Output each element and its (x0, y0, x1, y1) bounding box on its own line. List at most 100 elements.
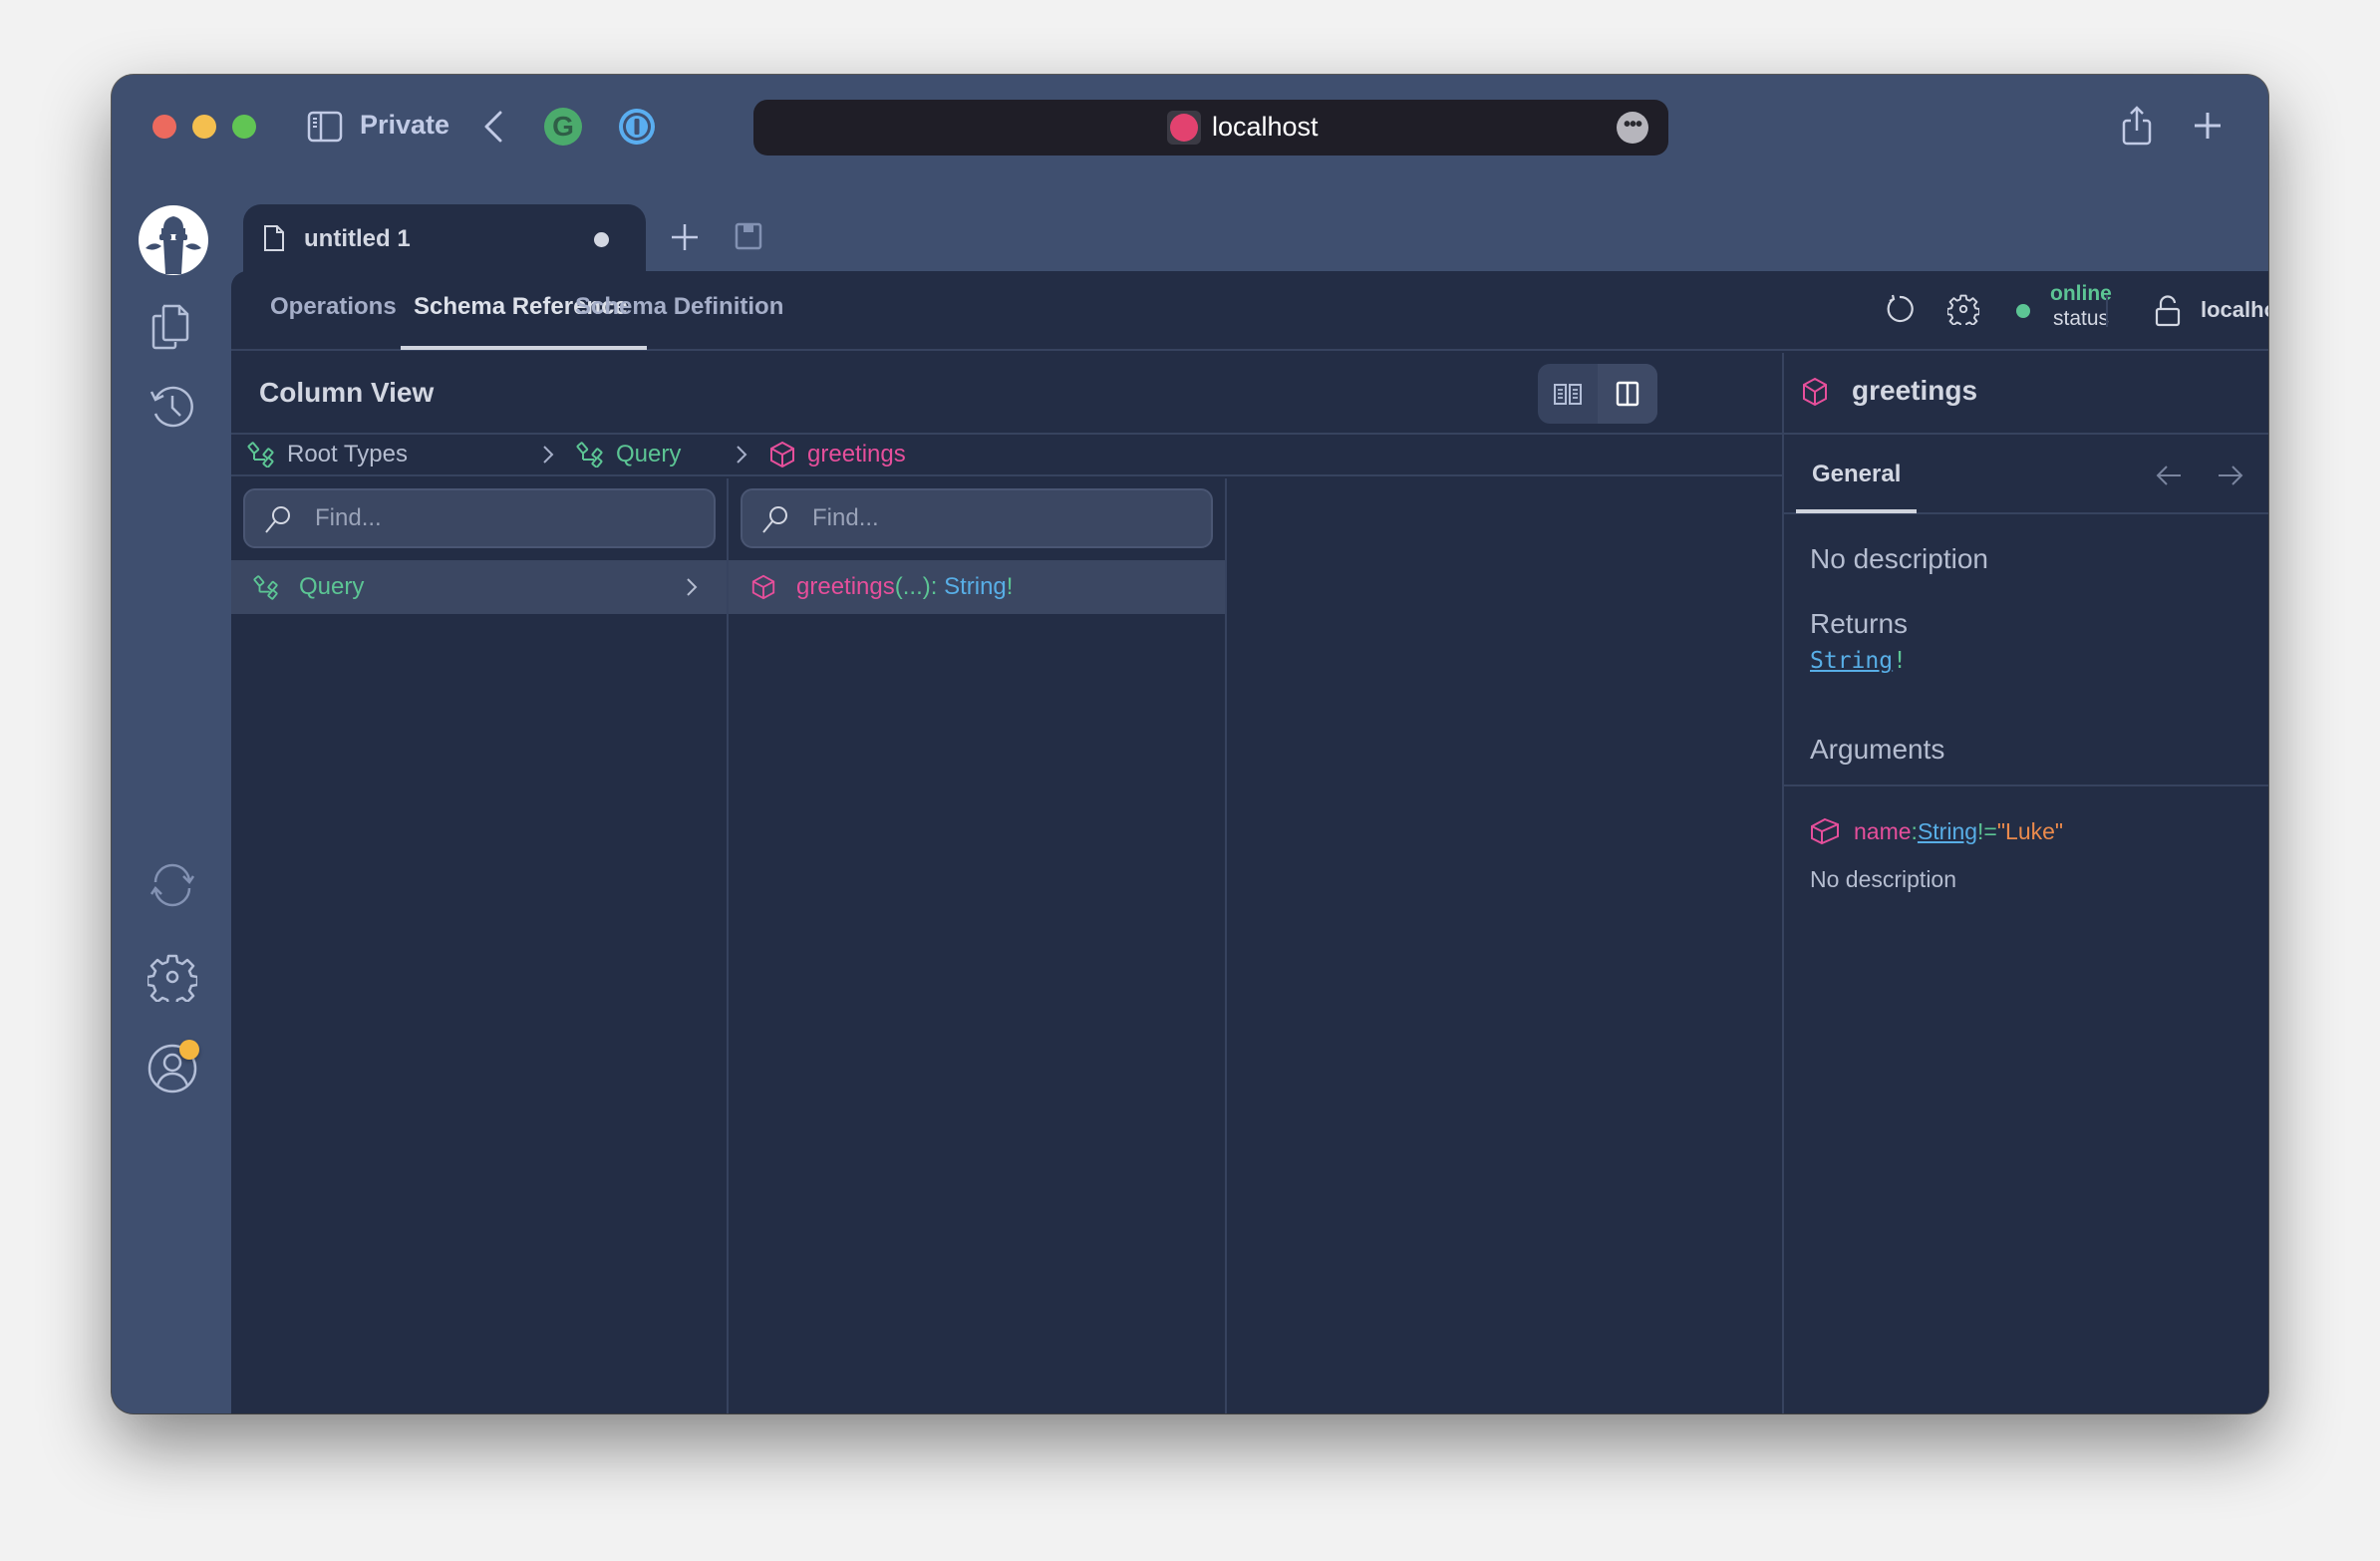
column-search[interactable] (741, 488, 1213, 548)
field-cube-icon (751, 574, 775, 600)
column-search-input[interactable] (315, 502, 694, 534)
search-icon (265, 506, 290, 533)
arrow-right-icon[interactable] (2217, 465, 2244, 486)
column-view-header: Column View (231, 353, 1782, 435)
detail-tabs: General (1784, 437, 2268, 514)
minimize-window-button[interactable] (192, 115, 216, 139)
document-tab-title: untitled 1 (304, 225, 411, 252)
new-tab-icon[interactable] (2193, 111, 2223, 141)
list-item-label: greetings(...): String! (796, 573, 1013, 601)
settings-gear-icon[interactable] (1947, 293, 1979, 325)
field-type: String (944, 573, 1007, 600)
address-bar[interactable]: localhost ••• (753, 100, 1668, 156)
argument-equals: = (1983, 817, 1997, 844)
breadcrumb-greetings[interactable]: greetings (769, 441, 906, 468)
returns-heading: Returns (1810, 608, 1909, 639)
detail-header: greetings (1784, 353, 2268, 435)
column-root-types: Query (231, 478, 729, 1413)
view-mode-toggle (1538, 364, 1657, 424)
argument-cube-icon (1811, 817, 1839, 845)
save-icon[interactable] (734, 221, 763, 251)
arguments-heading: Arguments (1810, 734, 1945, 765)
argument-name: name (1854, 817, 1912, 844)
tab-general[interactable]: General (1812, 461, 1901, 488)
list-item-query[interactable]: Query (231, 560, 727, 614)
column-view-button[interactable] (1598, 364, 1657, 424)
root-type-icon (253, 575, 278, 600)
field-cube-icon (770, 441, 794, 468)
root-types-icon (247, 442, 274, 468)
breadcrumb-label: Root Types (287, 441, 408, 468)
chevron-right-icon (543, 446, 554, 464)
site-favicon-icon (1167, 111, 1201, 145)
non-null-marker: ! (1893, 648, 1907, 674)
list-item-label: Query (299, 573, 365, 600)
book-view-button[interactable] (1538, 364, 1598, 424)
account-button[interactable] (148, 1040, 199, 1093)
field-args: (...) (894, 573, 931, 600)
detail-panel: greetings General No description Returns… (1782, 353, 2268, 1413)
gear-icon[interactable] (148, 952, 197, 1002)
detail-title: greetings (1852, 375, 1978, 406)
unlock-icon[interactable] (2155, 295, 2181, 327)
tab-schema-definition[interactable]: Schema Definition (575, 293, 783, 321)
status-indicator-dot (2016, 304, 2030, 318)
argument-description: No description (1810, 866, 1957, 892)
browser-window: Private G localhost ••• untitled 1 Opera… (112, 75, 2268, 1413)
list-item-greetings[interactable]: greetings(...): String! (729, 560, 1225, 614)
argument-default-value: "Luke" (1996, 817, 2064, 844)
1password-icon[interactable] (618, 108, 656, 146)
notification-badge (179, 1040, 199, 1060)
chevron-right-icon (737, 446, 747, 464)
view-nav: Operations Schema Reference Schema Defin… (231, 271, 2268, 351)
grammarly-icon[interactable]: G (544, 108, 582, 146)
search-icon (762, 506, 787, 533)
page-more-button[interactable]: ••• (1617, 112, 1648, 144)
sync-icon[interactable] (148, 860, 197, 910)
argument-type-link[interactable]: String (1918, 818, 1977, 845)
column-query-fields: greetings(...): String! (729, 478, 1227, 1413)
root-type-icon (576, 442, 603, 468)
field-cube-icon (1803, 377, 1827, 407)
main-panel: Operations Schema Reference Schema Defin… (231, 271, 2268, 1413)
breadcrumb-label: Query (616, 441, 682, 468)
tab-operations[interactable]: Operations (270, 293, 397, 321)
argument-item: name: String! = "Luke" (1810, 817, 2063, 845)
chevron-right-icon (687, 578, 698, 596)
field-name: greetings (796, 573, 895, 600)
status-value: online (2050, 282, 2112, 305)
breadcrumb-root-types[interactable]: Root Types (247, 441, 408, 468)
copy-documents-icon[interactable] (148, 302, 197, 352)
breadcrumb: Root Types Query greetings (231, 435, 1782, 476)
back-button[interactable] (480, 109, 504, 145)
breadcrumb-label: greetings (807, 441, 906, 468)
column-search[interactable] (243, 488, 716, 548)
active-tab-indicator (1796, 509, 1917, 513)
zoom-window-button[interactable] (232, 115, 256, 139)
reload-schema-icon[interactable] (1884, 293, 1916, 325)
endpoint-url[interactable]: localhost:5000 (2201, 297, 2268, 323)
arrow-left-icon[interactable] (2155, 465, 2183, 486)
close-window-button[interactable] (152, 115, 176, 139)
columns-icon (1616, 381, 1639, 407)
sidebar-toggle-icon[interactable] (307, 111, 343, 143)
returns-type: String! (1810, 648, 1907, 674)
altair-logo-icon[interactable] (138, 204, 209, 276)
column-search-input[interactable] (812, 502, 1191, 534)
url-text: localhost (1212, 112, 1319, 142)
field-description: No description (1810, 543, 1988, 574)
return-type-link[interactable]: String (1810, 648, 1893, 674)
breadcrumb-query[interactable]: Query (576, 441, 681, 468)
browser-toolbar: Private G localhost ••• (112, 75, 2268, 194)
app-sidebar (112, 194, 231, 1413)
non-null-marker: ! (1006, 573, 1014, 600)
add-window-icon[interactable] (670, 222, 700, 252)
field-separator: : (930, 573, 945, 600)
file-icon (264, 225, 284, 251)
status-label: status (2053, 307, 2110, 330)
divider (1784, 784, 2268, 786)
divider (2106, 295, 2108, 327)
share-icon[interactable] (2121, 105, 2153, 147)
history-icon[interactable] (148, 382, 197, 432)
unsaved-indicator[interactable] (594, 232, 609, 247)
